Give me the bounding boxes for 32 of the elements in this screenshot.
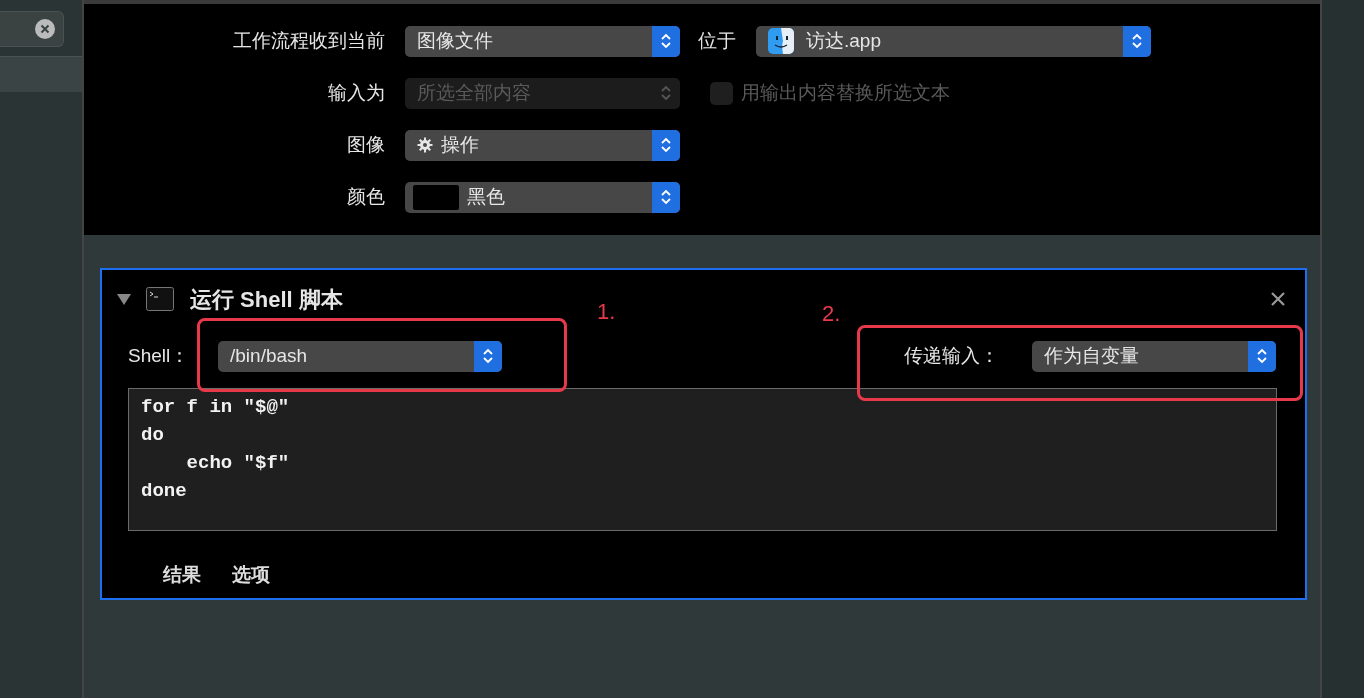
input-popup-button[interactable]: 作为自变量 xyxy=(1032,340,1276,372)
disclosure-triangle-icon[interactable] xyxy=(116,292,132,306)
field-label: 图像 xyxy=(346,132,386,157)
close-icon[interactable] xyxy=(1271,292,1285,306)
field-label: 位于 xyxy=(698,28,736,53)
stepper-icon xyxy=(652,129,680,161)
annotation-number: 1. xyxy=(597,298,616,326)
annotation-number: 2. xyxy=(822,300,841,328)
field-label: 输入为 xyxy=(327,80,386,105)
stepper-icon xyxy=(652,25,680,57)
tab[interactable]: 结果 xyxy=(163,561,201,590)
tab[interactable]: 选项 xyxy=(232,561,270,590)
clear-icon[interactable] xyxy=(35,19,55,39)
stepper-icon xyxy=(1248,340,1276,372)
popup-button[interactable]: 黑色 xyxy=(405,181,680,213)
action-title: 运行 Shell 脚本 xyxy=(190,285,343,314)
field-label: 传递输入： xyxy=(904,343,1000,368)
shell-popup-button[interactable]: /bin/bash xyxy=(218,340,502,372)
field-label: Shell： xyxy=(128,343,191,368)
popup-button[interactable]: 操作 xyxy=(405,129,680,161)
stepper-icon xyxy=(652,181,680,213)
field-label: 工作流程收到当前 xyxy=(232,28,386,53)
popup-button[interactable]: 图像文件 xyxy=(405,25,680,57)
stepper-icon xyxy=(1123,25,1151,57)
gear-icon xyxy=(417,137,433,153)
app-popup-button[interactable]: 访达.app xyxy=(756,25,1151,57)
terminal-icon xyxy=(146,287,174,311)
stepper-icon xyxy=(474,340,502,372)
field-label: 颜色 xyxy=(346,184,386,209)
script-editor[interactable]: for f in "$@" do echo "$f" done xyxy=(128,388,1277,531)
search-field[interactable] xyxy=(0,11,64,47)
finder-face-icon xyxy=(768,28,794,54)
